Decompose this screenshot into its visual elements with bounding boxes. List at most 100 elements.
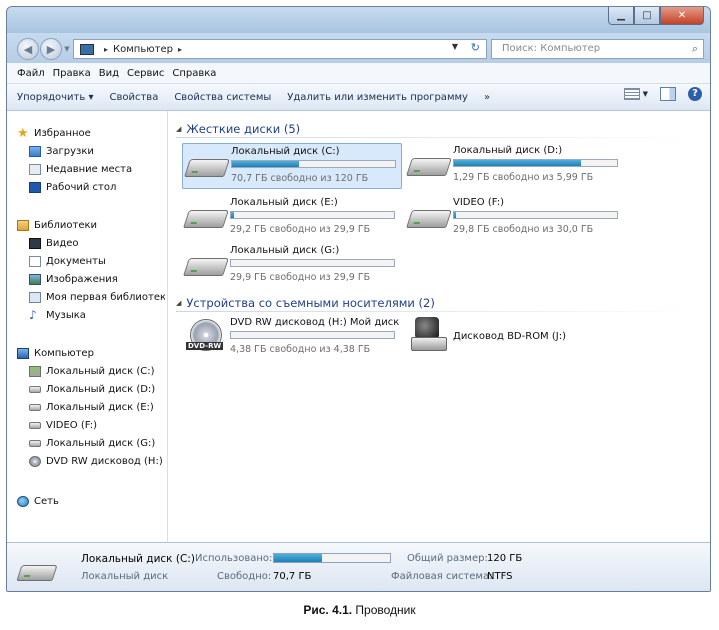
nav-item-drive-c[interactable]: Локальный диск (C:)	[29, 363, 155, 379]
drive-free-space: 4,38 ГБ свободно из 4,38 ГБ	[230, 344, 371, 355]
details-pane: Локальный диск (C:) Локальный диск Испол…	[7, 542, 710, 591]
nav-item-drive-g[interactable]: Локальный диск (G:)	[29, 435, 155, 451]
hard-drive-icon	[29, 439, 41, 447]
nav-item-my-first-library[interactable]: Моя первая библиотека	[29, 289, 165, 305]
drive-usage-bar	[453, 159, 618, 167]
nav-item-pictures[interactable]: Изображения	[29, 271, 118, 287]
search-icon[interactable]: ⌕	[692, 40, 698, 58]
library-icon	[29, 291, 41, 303]
search-input[interactable]: Поиск: Компьютер ⌕	[491, 39, 704, 59]
view-dropdown-icon[interactable]: ▼	[643, 90, 648, 98]
drive-free-space: 29,8 ГБ свободно из 30,0 ГБ	[453, 224, 594, 235]
organize-button[interactable]: Упорядочить ▾	[17, 92, 93, 103]
drive-tile-j[interactable]: Дисковод BD-ROM (J:)	[405, 315, 625, 361]
forward-arrow-icon: ▶	[46, 42, 56, 56]
drive-free-space: 1,29 ГБ свободно из 5,99 ГБ	[453, 172, 594, 183]
nav-item-downloads[interactable]: Загрузки	[29, 143, 94, 159]
nav-libraries-label: Библиотеки	[34, 219, 98, 231]
drive-tile-e[interactable]: Локальный диск (E:) 29,2 ГБ свободно из …	[182, 195, 402, 241]
drive-name: Локальный диск (D:)	[453, 145, 563, 156]
nav-item-video[interactable]: Видео	[29, 235, 79, 251]
nav-item-music[interactable]: ♪ Музыка	[29, 307, 86, 323]
minimize-button[interactable]: ▁	[608, 7, 634, 25]
dvd-drive-icon: DVD-RW	[186, 319, 224, 355]
address-bar[interactable]: ▸ Компьютер ▸ ▼ ↻	[73, 39, 487, 59]
refresh-icon[interactable]: ↻	[471, 41, 480, 54]
hard-drives-group-header[interactable]: ◢ Жесткие диски (5)	[176, 122, 706, 138]
help-icon[interactable]: ?	[688, 87, 702, 101]
nav-computer[interactable]: Компьютер	[17, 345, 94, 361]
address-row: ◀ ▶ ▼ ▸ Компьютер ▸ ▼ ↻ Поиск: Компьютер…	[7, 33, 710, 63]
hard-drive-icon	[29, 421, 41, 429]
nav-favorites[interactable]: ★ Избранное	[17, 125, 91, 141]
group-divider	[176, 137, 706, 138]
nav-item-recent-places[interactable]: Недавние места	[29, 161, 132, 177]
nav-item-drive-f[interactable]: VIDEO (F:)	[29, 417, 97, 433]
nav-item-label: VIDEO (F:)	[46, 419, 98, 431]
drive-usage-bar	[230, 211, 395, 219]
hard-drive-icon	[183, 204, 229, 230]
nav-item-desktop[interactable]: Рабочий стол	[29, 179, 116, 195]
caption-number: Рис. 4.1.	[303, 603, 353, 617]
breadcrumb-computer[interactable]: Компьютер	[113, 44, 173, 55]
window-controls: ▁ □ ✕	[608, 7, 704, 26]
menu-edit[interactable]: Правка	[53, 68, 91, 79]
drive-tile-c[interactable]: Локальный диск (C:) 70,7 ГБ свободно из …	[182, 143, 402, 189]
collapse-triangle-icon[interactable]: ◢	[176, 299, 181, 307]
details-usage-bar	[273, 553, 391, 563]
close-button[interactable]: ✕	[660, 7, 704, 25]
breadcrumb-separator[interactable]: ▸	[178, 45, 182, 54]
nav-item-label: Локальный диск (D:)	[46, 383, 156, 395]
downloads-folder-icon	[29, 145, 41, 157]
star-icon: ★	[17, 125, 29, 141]
forward-button[interactable]: ▶	[40, 38, 62, 60]
hard-drive-icon	[184, 153, 230, 179]
more-commands-button[interactable]: »	[484, 92, 490, 103]
drive-tile-f[interactable]: VIDEO (F:) 29,8 ГБ свободно из 30,0 ГБ	[405, 195, 625, 241]
nav-item-label: Локальный диск (C:)	[46, 365, 155, 377]
search-placeholder: Поиск: Компьютер	[502, 43, 601, 54]
drive-free-space: 70,7 ГБ свободно из 120 ГБ	[231, 173, 369, 184]
hard-drive-icon	[183, 252, 229, 278]
nav-item-drive-d[interactable]: Локальный диск (D:)	[29, 381, 155, 397]
properties-button[interactable]: Свойства	[109, 92, 158, 103]
maximize-button[interactable]: □	[634, 7, 660, 25]
drive-tile-g[interactable]: Локальный диск (G:) 29,9 ГБ свободно из …	[182, 243, 402, 289]
change-view-icon[interactable]	[623, 88, 640, 100]
navigation-pane: ★ Избранное Загрузки Недавние места Рабо…	[7, 111, 168, 542]
drive-name: Локальный диск (C:)	[231, 146, 340, 157]
hard-drive-icon	[29, 403, 41, 411]
menu-file[interactable]: Файл	[17, 68, 45, 79]
history-dropdown-icon[interactable]: ▼	[62, 38, 72, 60]
menu-tools[interactable]: Сервис	[127, 68, 164, 79]
details-used-label: Использовано:	[195, 553, 273, 564]
nav-libraries[interactable]: Библиотеки	[17, 217, 97, 233]
uninstall-program-button[interactable]: Удалить или изменить программу	[287, 92, 468, 103]
details-drive-name: Локальный диск (C:)	[81, 553, 195, 565]
drive-tile-h[interactable]: DVD-RW DVD RW дисковод (H:) Мой диск 4,3…	[182, 315, 402, 361]
nav-item-drive-e[interactable]: Локальный диск (E:)	[29, 399, 154, 415]
drive-tile-d[interactable]: Локальный диск (D:) 1,29 ГБ свободно из …	[405, 143, 625, 189]
details-fs-value: NTFS	[487, 571, 513, 582]
caption-text: Проводник	[352, 603, 416, 617]
preview-pane-icon[interactable]	[660, 87, 676, 101]
drive-usage-bar	[231, 160, 396, 168]
nav-item-documents[interactable]: Документы	[29, 253, 106, 269]
nav-item-drive-h[interactable]: DVD RW дисковод (H:)	[29, 453, 163, 469]
details-total-label: Общий размер:	[407, 553, 488, 564]
drive-free-space: 29,2 ГБ свободно из 29,9 ГБ	[230, 224, 371, 235]
back-button[interactable]: ◀	[17, 38, 39, 60]
menu-view[interactable]: Вид	[99, 68, 119, 79]
address-dropdown-icon[interactable]: ▼	[452, 42, 458, 51]
details-drive-type: Локальный диск	[81, 571, 169, 582]
nav-item-label: Изображения	[46, 273, 118, 285]
system-properties-button[interactable]: Свойства системы	[174, 92, 271, 103]
details-usage-fill	[274, 554, 322, 562]
removable-group-header[interactable]: ◢ Устройства со съемными носителями (2)	[176, 296, 706, 312]
title-bar: ▁ □ ✕	[7, 7, 710, 33]
collapse-triangle-icon[interactable]: ◢	[176, 125, 181, 133]
menu-help[interactable]: Справка	[172, 68, 216, 79]
system-drive-icon	[29, 365, 41, 377]
nav-network[interactable]: Сеть	[17, 493, 59, 509]
desktop-icon	[29, 181, 41, 193]
